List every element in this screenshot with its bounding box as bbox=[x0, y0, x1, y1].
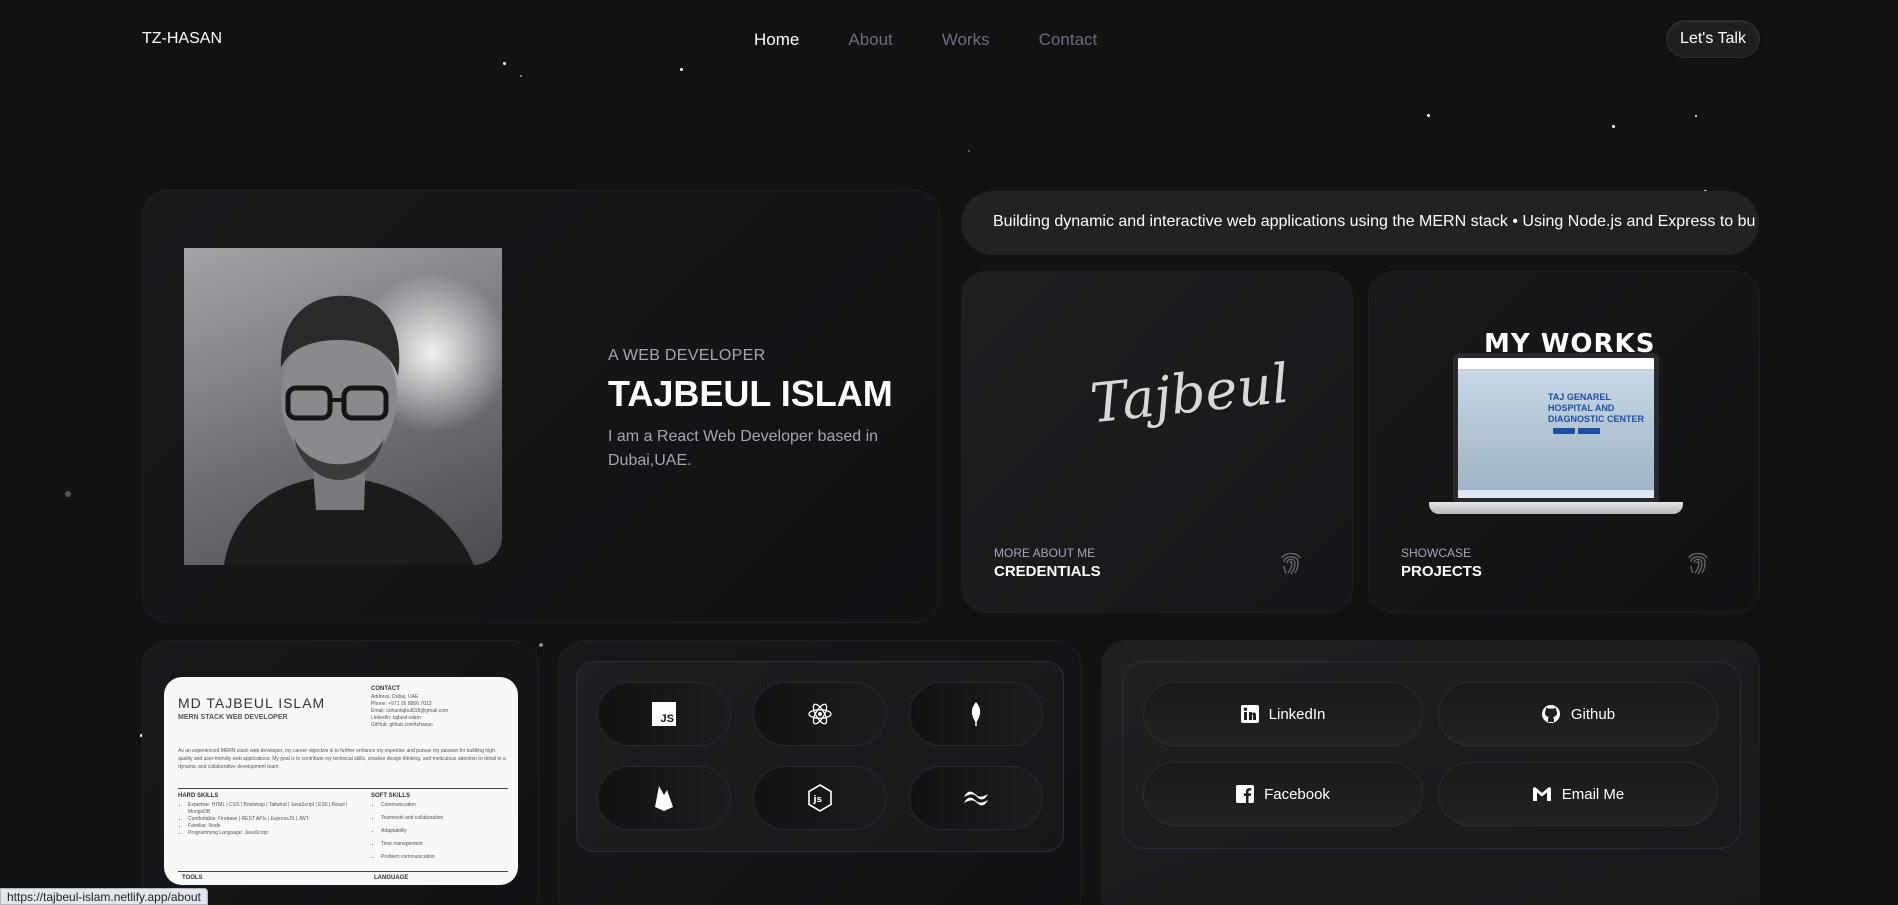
tech-nodejs[interactable]: js bbox=[753, 766, 887, 830]
facebook-label: Facebook bbox=[1264, 785, 1330, 803]
linkedin-label: LinkedIn bbox=[1268, 705, 1326, 723]
star-decoration bbox=[539, 643, 543, 647]
status-bar-url: https://tajbeul-islam.netlify.app/about bbox=[0, 888, 208, 905]
resume-skill: Adaptability bbox=[381, 828, 511, 835]
mongodb-icon bbox=[971, 702, 981, 726]
social-links-card: LinkedIn Github Facebook Email Me bbox=[1101, 640, 1760, 905]
github-icon bbox=[1541, 705, 1560, 723]
resume-soft-skills-heading: SOFT SKILLS bbox=[371, 793, 410, 799]
resume-skill: Problem communication bbox=[381, 854, 511, 861]
social-links-panel: LinkedIn Github Facebook Email Me bbox=[1122, 661, 1741, 849]
resume-contact-heading: CONTACT bbox=[371, 686, 400, 692]
email-me-label: Email Me bbox=[1561, 785, 1625, 803]
resume-skill: Expertise: HTML | CSS | Bootstrap | Tail… bbox=[188, 802, 348, 816]
linkedin-icon bbox=[1240, 705, 1259, 723]
firebase-icon bbox=[655, 786, 673, 811]
nav-home-link[interactable]: Home bbox=[754, 30, 799, 50]
resume-skill: Teamwork and collaboration bbox=[381, 815, 511, 822]
hero-name: TAJBEUL ISLAM bbox=[608, 373, 893, 414]
projects-label: SHOWCASE bbox=[1401, 546, 1472, 560]
credentials-card[interactable]: Tajbeul MORE ABOUT ME CREDENTIALS bbox=[961, 271, 1353, 613]
javascript-icon: JS bbox=[652, 702, 676, 726]
resume-hard-skills-heading: HARD SKILLS bbox=[178, 793, 219, 799]
site-logo[interactable]: TZ-HASAN bbox=[142, 30, 222, 48]
fingerprint-icon bbox=[1281, 552, 1301, 575]
tailwind-icon bbox=[964, 791, 988, 806]
resume-skill: Familiar: Node bbox=[188, 823, 348, 830]
resume-card[interactable]: MD TAJBEUL ISLAM MERN STACK WEB DEVELOPE… bbox=[142, 640, 539, 905]
tech-firebase[interactable] bbox=[597, 766, 731, 830]
resume-name: MD TAJBEUL ISLAM bbox=[178, 695, 326, 711]
tech-stack-card: JS js bbox=[558, 640, 1082, 905]
project-screenshot: TAJ GENAREL HOSPITAL AND DIAGNOSTIC CENT… bbox=[1453, 353, 1659, 503]
tech-react[interactable] bbox=[753, 682, 887, 746]
gmail-icon bbox=[1532, 787, 1551, 801]
hero-subtitle: A WEB DEVELOPER bbox=[608, 347, 766, 364]
resume-skill: Time management bbox=[381, 841, 511, 848]
project-screen-text: TAJ GENAREL HOSPITAL AND DIAGNOSTIC CENT… bbox=[1548, 392, 1645, 424]
resume-tools-heading: TOOLS bbox=[182, 875, 203, 881]
facebook-button[interactable]: Facebook bbox=[1143, 762, 1423, 826]
resume-role: MERN STACK WEB DEVELOPER bbox=[178, 714, 288, 721]
resume-skill: Programming Language: JavaScript bbox=[188, 830, 348, 837]
tech-tailwind[interactable] bbox=[909, 766, 1043, 830]
star-decoration bbox=[1695, 115, 1697, 117]
tech-javascript[interactable]: JS bbox=[597, 682, 731, 746]
fingerprint-icon bbox=[1688, 552, 1708, 575]
star-decoration bbox=[968, 150, 970, 152]
tech-mongodb[interactable] bbox=[909, 682, 1043, 746]
resume-contact-line: GitHub: github.com/tzhasan bbox=[371, 722, 433, 728]
credentials-title: CREDENTIALS bbox=[994, 563, 1101, 580]
resume-contact-line: Email: sohantajbul018@gmail.com bbox=[371, 708, 449, 714]
laptop-base bbox=[1429, 502, 1683, 514]
hero-card: A WEB DEVELOPER TAJBEUL ISLAM I am a Rea… bbox=[142, 190, 940, 623]
tech-stack-panel: JS js bbox=[576, 661, 1064, 852]
star-decoration bbox=[1427, 114, 1430, 117]
svg-text:js: js bbox=[813, 795, 822, 805]
resume-contact-line: Address: Dubai, UAE bbox=[371, 694, 419, 700]
signature-image: Tajbeul bbox=[1087, 351, 1293, 436]
linkedin-button[interactable]: LinkedIn bbox=[1143, 682, 1423, 746]
main-menu: Home About Works Contact bbox=[754, 30, 1146, 50]
resume-hard-skills: Expertise: HTML | CSS | Bootstrap | Tail… bbox=[188, 802, 348, 837]
nav-works-link[interactable]: Works bbox=[942, 30, 990, 50]
star-decoration bbox=[65, 491, 71, 497]
email-me-button[interactable]: Email Me bbox=[1438, 762, 1718, 826]
github-label: Github bbox=[1570, 705, 1616, 723]
marquee-text: Building dynamic and interactive web app… bbox=[993, 213, 1756, 230]
resume-contact: Address: Dubai, UAE Phone: +971 05 8866 … bbox=[371, 694, 511, 729]
resume-summary: As an experienced MERN stack web develop… bbox=[178, 748, 506, 770]
projects-title: PROJECTS bbox=[1401, 563, 1482, 580]
resume-contact-line: LinkedIn: tajbeul-islam bbox=[371, 715, 421, 721]
resume-skill: Communication bbox=[381, 802, 511, 809]
credentials-label: MORE ABOUT ME bbox=[994, 546, 1096, 560]
profile-photo bbox=[184, 248, 502, 565]
skills-marquee: Building dynamic and interactive web app… bbox=[961, 191, 1759, 255]
resume-contact-line: Phone: +971 05 8866 7013 bbox=[371, 701, 432, 707]
resume-preview: MD TAJBEUL ISLAM MERN STACK WEB DEVELOPE… bbox=[164, 677, 518, 885]
facebook-icon bbox=[1236, 785, 1255, 803]
lets-talk-button[interactable]: Let's Talk bbox=[1666, 20, 1760, 58]
resume-skill: Comfortable: Firebase | REST APIs | Expr… bbox=[188, 816, 348, 823]
react-icon bbox=[808, 703, 832, 725]
nav-contact-link[interactable]: Contact bbox=[1039, 30, 1098, 50]
top-navbar: TZ-HASAN Home About Works Contact Let's … bbox=[0, 0, 1898, 80]
github-button[interactable]: Github bbox=[1438, 682, 1718, 746]
star-decoration bbox=[1612, 125, 1615, 128]
resume-soft-skills: Communication Teamwork and collaboration… bbox=[381, 802, 511, 861]
projects-card[interactable]: MY WORKS TAJ GENAREL HOSPITAL AND DIAGNO… bbox=[1368, 271, 1760, 613]
resume-language-heading: LANGUAGE bbox=[374, 875, 409, 881]
javascript-icon-text: JS bbox=[660, 713, 674, 725]
nav-about-link[interactable]: About bbox=[848, 30, 892, 50]
hero-description: I am a React Web Developer based in Duba… bbox=[608, 428, 879, 469]
nodejs-icon: js bbox=[808, 784, 832, 812]
